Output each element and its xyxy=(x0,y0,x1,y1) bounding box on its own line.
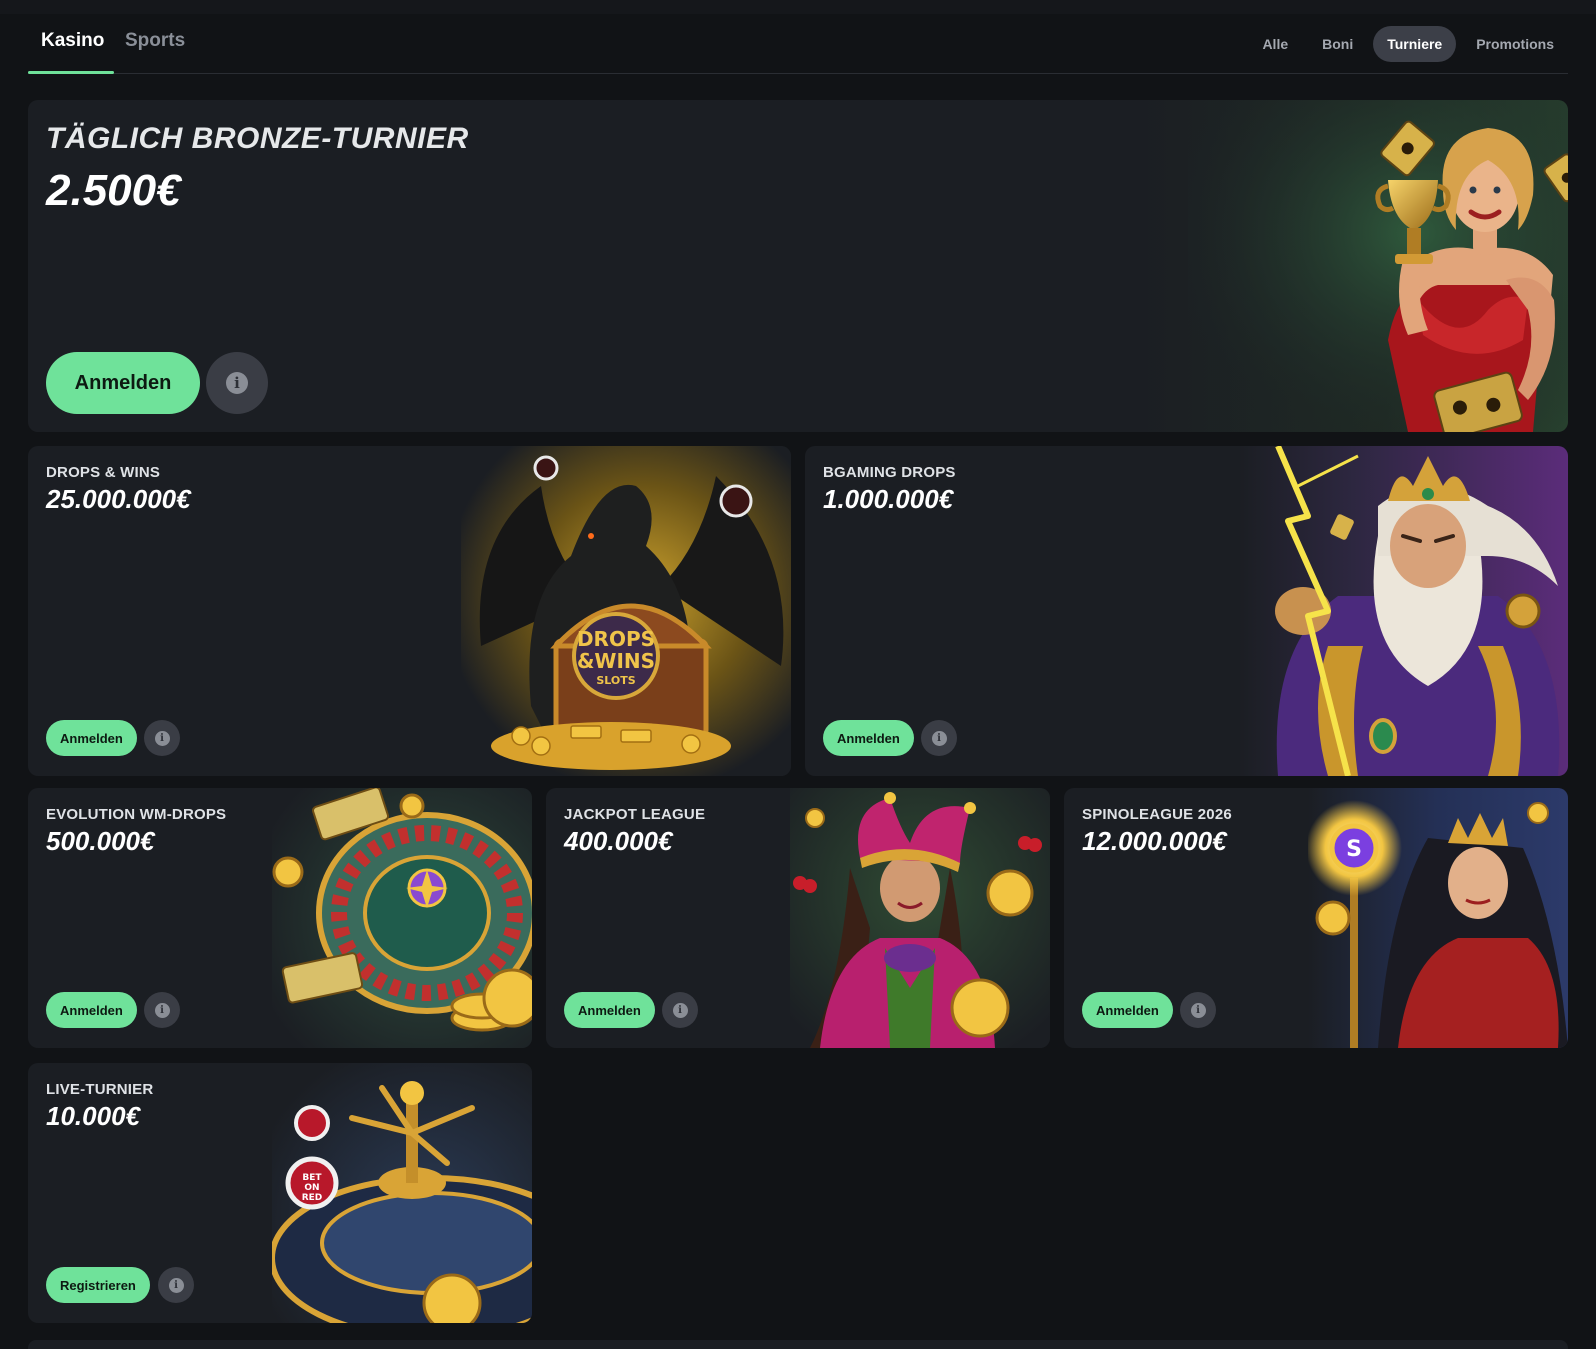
card-title: SPINOLEAGUE 2026 xyxy=(1082,806,1232,823)
golden-roulette-illustration: BET ON RED xyxy=(272,1063,532,1323)
zeus-lightning-illustration xyxy=(1238,446,1568,776)
filter-turniere[interactable]: Turniere xyxy=(1373,26,1457,62)
bet-on-red-chip-text: BET xyxy=(302,1173,322,1183)
card-title: EVOLUTION WM-DROPS xyxy=(46,806,227,823)
info-icon: i xyxy=(154,730,170,746)
anmelden-button[interactable]: Anmelden xyxy=(823,720,914,756)
info-button[interactable]: i xyxy=(144,720,180,756)
info-button[interactable]: i xyxy=(144,992,180,1028)
filter-alle[interactable]: Alle xyxy=(1248,26,1302,62)
card-title: BGAMING DROPS xyxy=(823,464,956,481)
next-section-edge xyxy=(28,1340,1568,1349)
category-nav: Kasino Sports Alle Boni Turniere Promoti… xyxy=(28,14,1568,74)
svg-text:SLOTS: SLOTS xyxy=(596,674,635,687)
tournament-card-bgaming-drops: BGAMING DROPS 1.000.000€ Anmelden i xyxy=(805,446,1568,776)
tab-sports[interactable]: Sports xyxy=(125,30,185,52)
info-button[interactable]: i xyxy=(158,1267,194,1303)
card-prize: 1.000.000€ xyxy=(823,484,954,514)
anmelden-button[interactable]: Anmelden xyxy=(46,720,137,756)
anmelden-button[interactable]: Anmelden xyxy=(46,992,137,1028)
jester-woman-illustration xyxy=(790,788,1050,1048)
card-prize: 12.000.000€ xyxy=(1082,826,1227,856)
active-tab-indicator xyxy=(28,71,114,74)
card-prize: 400.000€ xyxy=(564,826,673,856)
card-prize: 25.000.000€ xyxy=(46,484,191,514)
showgirl-trophy-illustration xyxy=(1188,100,1568,432)
info-button[interactable]: i xyxy=(921,720,957,756)
tab-kasino[interactable]: Kasino xyxy=(41,30,104,52)
tournament-card-spinoleague-2026: S SPINOLEAGUE 2026 12.000.000€ Anmelden … xyxy=(1064,788,1568,1048)
tournament-card-evolution-wm-drops: EVOLUTION WM-DROPS 500.000€ Anmelden i xyxy=(28,788,532,1048)
tournament-card-live-turnier: BET ON RED LIVE-TURNIER 10.000€ Registri… xyxy=(28,1063,532,1323)
info-icon: i xyxy=(168,1277,184,1293)
tournament-card-drops-wins: DROPS &WINS SLOTS DROPS & WINS 25.000.00… xyxy=(28,446,791,776)
card-prize: 10.000€ xyxy=(46,1101,140,1131)
info-icon: i xyxy=(1190,1002,1206,1018)
anmelden-button[interactable]: Anmelden xyxy=(1082,992,1173,1028)
svg-text:S: S xyxy=(1346,837,1362,862)
filter-boni[interactable]: Boni xyxy=(1308,26,1367,62)
filter-promotions[interactable]: Promotions xyxy=(1462,26,1568,62)
svg-text:RED: RED xyxy=(302,1193,323,1203)
info-button[interactable]: i xyxy=(1180,992,1216,1028)
anmelden-button[interactable]: Anmelden xyxy=(564,992,655,1028)
dragon-treasure-chest-illustration: DROPS &WINS SLOTS xyxy=(461,446,791,776)
info-icon: i xyxy=(672,1002,688,1018)
info-button[interactable]: i xyxy=(206,352,268,414)
info-icon: i xyxy=(931,730,947,746)
drops-wins-logo-text: DROPS xyxy=(577,627,655,651)
card-prize: 500.000€ xyxy=(46,826,155,856)
svg-text:ON: ON xyxy=(304,1183,319,1193)
tournament-card-jackpot-league: JACKPOT LEAGUE 400.000€ Anmelden i xyxy=(546,788,1050,1048)
card-title: TÄGLICH BRONZE-TURNIER xyxy=(46,122,469,155)
tournament-card-hero: TÄGLICH BRONZE-TURNIER 2.500€ Anmelden i xyxy=(28,100,1568,432)
info-icon: i xyxy=(154,1002,170,1018)
empress-with-staff-illustration: S xyxy=(1308,788,1568,1048)
card-title: LIVE-TURNIER xyxy=(46,1081,154,1098)
filter-group: Alle Boni Turniere Promotions xyxy=(1248,26,1568,62)
info-button[interactable]: i xyxy=(662,992,698,1028)
roulette-wheel-illustration xyxy=(272,788,532,1048)
anmelden-button[interactable]: Anmelden xyxy=(46,352,200,414)
info-icon: i xyxy=(226,372,248,394)
card-title: DROPS & WINS xyxy=(46,464,161,481)
top-strip xyxy=(0,0,1596,14)
svg-text:&WINS: &WINS xyxy=(577,649,655,673)
card-title: JACKPOT LEAGUE xyxy=(564,806,706,823)
registrieren-button[interactable]: Registrieren xyxy=(46,1267,150,1303)
card-prize: 2.500€ xyxy=(46,166,181,215)
